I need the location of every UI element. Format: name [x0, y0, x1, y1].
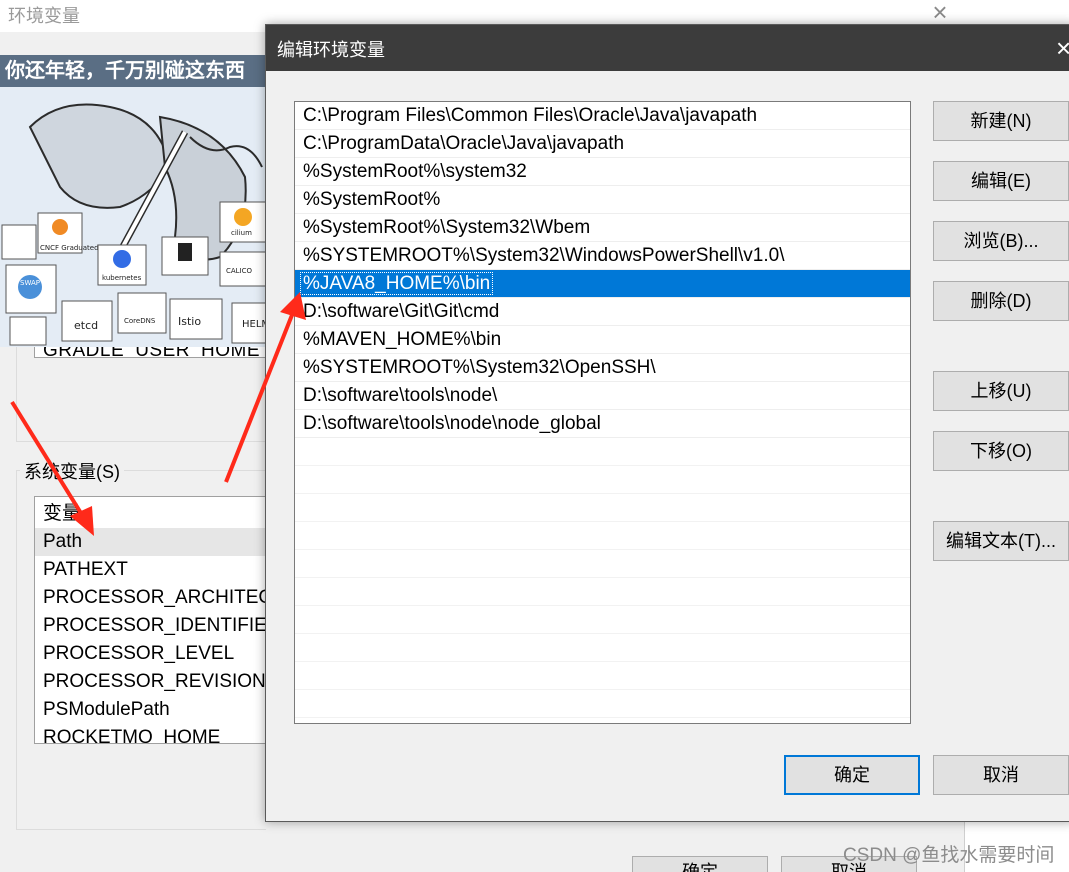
path-entry[interactable]: %SystemRoot%\system32: [295, 158, 910, 186]
list-item[interactable]: Path: [35, 528, 273, 556]
path-entry[interactable]: D:\software\Git\Git\cmd: [295, 298, 910, 326]
meme-caption: 你还年轻，千万别碰这东西: [0, 55, 283, 87]
path-entry[interactable]: %SystemRoot%: [295, 186, 910, 214]
close-icon[interactable]: ×: [928, 0, 952, 25]
list-item[interactable]: PROCESSOR_ARCHITECTU: [35, 584, 273, 612]
list-item[interactable]: PATHEXT: [35, 556, 273, 584]
path-entry[interactable]: %SYSTEMROOT%\System32\OpenSSH\: [295, 354, 910, 382]
path-entry[interactable]: D:\software\tools\node\: [295, 382, 910, 410]
svg-text:CoreDNS: CoreDNS: [124, 317, 156, 325]
path-entry[interactable]: %MAVEN_HOME%\bin: [295, 326, 910, 354]
move-down-button[interactable]: 下移(O): [933, 431, 1069, 471]
empty-row: [295, 466, 910, 494]
list-item[interactable]: ROCKETMQ_HOME: [35, 724, 273, 743]
system-variables-label: 系统变量(S): [20, 458, 124, 484]
new-button[interactable]: 新建(N): [933, 101, 1069, 141]
list-item[interactable]: PROCESSOR_LEVEL: [35, 640, 273, 668]
svg-text:CNCF Graduated: CNCF Graduated: [40, 244, 99, 252]
delete-button[interactable]: 删除(D): [933, 281, 1069, 321]
path-entry[interactable]: D:\software\tools\node\node_global: [295, 410, 910, 438]
ok-button[interactable]: 确定: [784, 755, 920, 795]
empty-row: [295, 634, 910, 662]
empty-row: [295, 522, 910, 550]
svg-text:cilium: cilium: [231, 229, 252, 237]
dialog-title: 编辑环境变量: [277, 40, 385, 60]
close-icon[interactable]: ×: [1056, 35, 1069, 61]
edit-button[interactable]: 编辑(E): [933, 161, 1069, 201]
path-entry[interactable]: %SystemRoot%\System32\Wbem: [295, 214, 910, 242]
list-item[interactable]: PROCESSOR_REVISION: [35, 668, 273, 696]
browse-button[interactable]: 浏览(B)...: [933, 221, 1069, 261]
dialog-title-bar: 编辑环境变量 ×: [266, 25, 1069, 71]
move-up-button[interactable]: 上移(U): [933, 371, 1069, 411]
path-entry[interactable]: C:\Program Files\Common Files\Oracle\Jav…: [295, 102, 910, 130]
meme-illustration: CNCF Graduated kubernetes cilium CALICO …: [0, 87, 283, 347]
ok-button-background[interactable]: 确定: [632, 856, 768, 872]
cancel-button[interactable]: 取消: [933, 755, 1069, 795]
svg-text:CALICO: CALICO: [226, 267, 253, 275]
empty-row: [295, 606, 910, 634]
empty-row: [295, 550, 910, 578]
path-entries-list[interactable]: C:\Program Files\Common Files\Oracle\Jav…: [294, 101, 911, 724]
empty-row: [295, 690, 910, 718]
svg-text:kubernetes: kubernetes: [102, 274, 142, 282]
path-entry[interactable]: %SYSTEMROOT%\System32\WindowsPowerShell\…: [295, 242, 910, 270]
watermark: CSDN @鱼找水需要时间: [843, 845, 1055, 866]
system-variables-list[interactable]: 变量 Path PATHEXT PROCESSOR_ARCHITECTU PRO…: [34, 496, 274, 744]
empty-row: [295, 494, 910, 522]
column-header-variable[interactable]: 变量: [35, 500, 273, 528]
svg-text:Istio: Istio: [178, 315, 201, 328]
path-entry-selected[interactable]: %JAVA8_HOME%\bin: [295, 270, 910, 298]
svg-text:SWAP: SWAP: [20, 279, 40, 287]
empty-row: [295, 438, 910, 466]
path-entry-selected-text[interactable]: %JAVA8_HOME%\bin: [299, 272, 494, 295]
list-item[interactable]: PSModulePath: [35, 696, 273, 724]
empty-row: [295, 662, 910, 690]
empty-row: [295, 578, 910, 606]
list-item[interactable]: PROCESSOR_IDENTIFIER: [35, 612, 273, 640]
meme-image: 你还年轻，千万别碰这东西 CNCF Graduated kubernetes c…: [0, 55, 283, 347]
path-entry[interactable]: C:\ProgramData\Oracle\Java\javapath: [295, 130, 910, 158]
edit-environment-variable-dialog: 编辑环境变量 × C:\Program Files\Common Files\O…: [265, 24, 1069, 822]
svg-text:etcd: etcd: [74, 319, 98, 332]
window-title: 环境变量: [8, 6, 80, 26]
edit-text-button[interactable]: 编辑文本(T)...: [933, 521, 1069, 561]
